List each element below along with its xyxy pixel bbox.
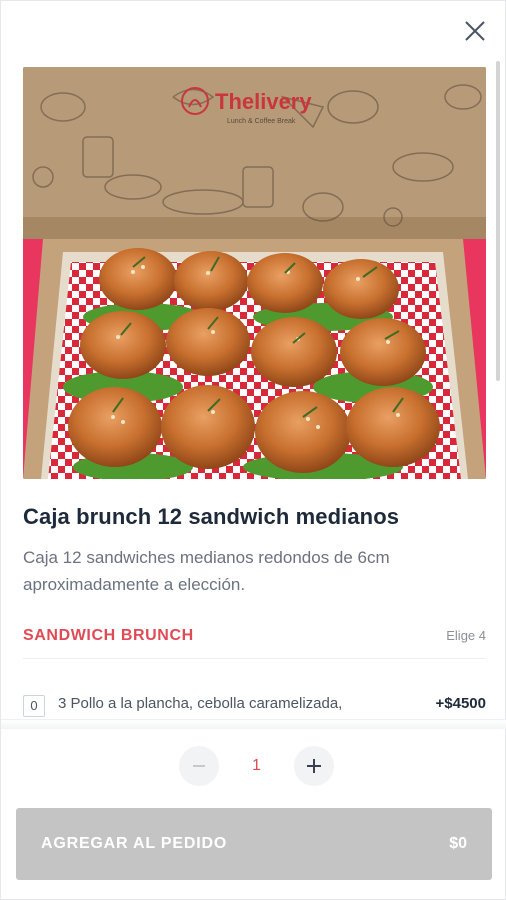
footer-divider xyxy=(1,719,506,729)
option-label: 3 Pollo a la plancha, cebolla carameliza… xyxy=(58,695,343,712)
quantity-stepper: 1 xyxy=(179,746,334,788)
order-total: $0 xyxy=(449,835,467,852)
section-title: SANDWICH BRUNCH xyxy=(23,627,194,644)
minus-icon xyxy=(193,765,205,767)
product-title: Caja brunch 12 sandwich medianos xyxy=(23,504,400,529)
add-to-order-label: AGREGAR AL PEDIDO xyxy=(41,835,228,852)
quantity-value: 1 xyxy=(252,757,261,774)
scrollbar-thumb[interactable] xyxy=(496,61,500,381)
increase-quantity-button[interactable] xyxy=(294,746,334,786)
product-description: Caja 12 sandwiches medianos redondos de … xyxy=(23,548,390,594)
option-price: +$4500 xyxy=(435,695,486,712)
close-button[interactable] xyxy=(463,19,487,43)
brand-logo-text: Thelivery xyxy=(215,89,312,114)
sandwich-box-photo: Thelivery Lunch & Coffee Break xyxy=(23,67,486,479)
decrease-quantity-button[interactable] xyxy=(179,746,219,786)
option-row[interactable]: 0 3 Pollo a la plancha, cebolla carameli… xyxy=(23,691,486,721)
section-hint: Elige 4 xyxy=(446,628,486,643)
option-section-header: SANDWICH BRUNCH Elige 4 xyxy=(23,623,486,659)
product-image: Thelivery Lunch & Coffee Break xyxy=(23,67,486,479)
brand-tagline: Lunch & Coffee Break xyxy=(227,118,296,125)
product-modal: Thelivery Lunch & Coffee Break Caja brun… xyxy=(0,0,506,900)
option-quantity-box[interactable]: 0 xyxy=(23,695,45,717)
scrollbar[interactable] xyxy=(495,61,501,381)
close-icon xyxy=(465,21,485,41)
add-to-order-button[interactable]: AGREGAR AL PEDIDO $0 xyxy=(16,808,492,880)
plus-icon xyxy=(307,759,321,773)
